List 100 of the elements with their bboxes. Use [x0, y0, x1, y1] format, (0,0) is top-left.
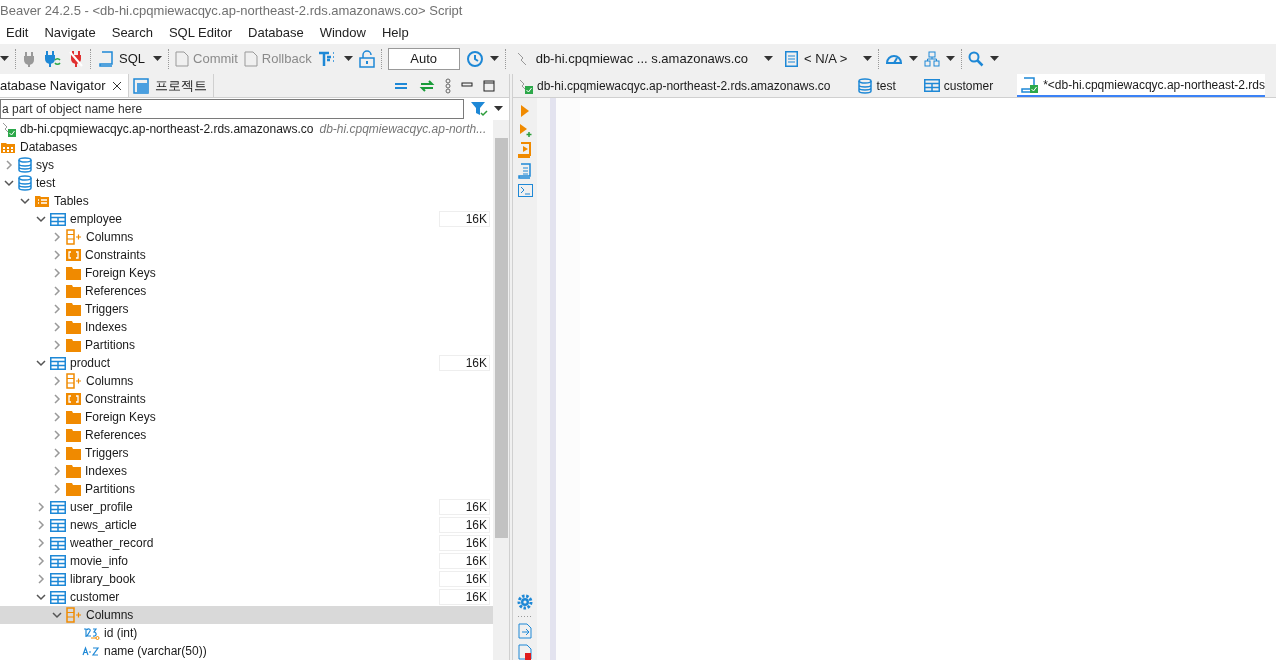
tree-item[interactable]: Constraints — [0, 390, 493, 408]
tree-item[interactable]: sys — [0, 156, 493, 174]
tree-item[interactable]: Indexes — [0, 318, 493, 336]
caret-icon[interactable] — [494, 106, 503, 112]
tree-item[interactable]: Indexes — [0, 462, 493, 480]
chevron-down-icon[interactable] — [36, 592, 46, 602]
chevron-right-icon[interactable] — [36, 538, 46, 548]
tree-item[interactable]: news_article — [0, 516, 439, 534]
chevron-down-icon[interactable] — [52, 610, 62, 620]
tree-item[interactable]: References — [0, 282, 493, 300]
tree-item[interactable]: Partitions — [0, 336, 493, 354]
tree-item[interactable]: Tables — [0, 192, 493, 210]
tree-item[interactable]: Foreign Keys — [0, 264, 493, 282]
chevron-right-icon[interactable] — [52, 286, 62, 296]
caret-icon[interactable] — [489, 56, 499, 62]
tree-item[interactable]: test — [0, 174, 493, 192]
chevron-right-icon[interactable] — [36, 520, 46, 530]
tree-item[interactable]: user_profile — [0, 498, 439, 516]
tree-item[interactable]: Partitions — [0, 480, 493, 498]
settings-icon[interactable] — [517, 594, 533, 610]
chevron-right-icon[interactable] — [36, 574, 46, 584]
tree-item[interactable]: weather_record — [0, 534, 439, 552]
chevron-down-icon[interactable] — [36, 358, 46, 368]
chevron-down-icon[interactable] — [36, 214, 46, 224]
caret-icon[interactable] — [0, 56, 9, 62]
schema-selector[interactable]: < N/A > — [785, 49, 848, 69]
tree-item[interactable]: library_book — [0, 570, 439, 588]
editor-tab[interactable]: *<db-hi.cpqmiewacqyc.ap-northeast-2.rds — [1017, 74, 1265, 97]
chevron-right-icon[interactable] — [52, 412, 62, 422]
tree-item[interactable]: product — [0, 354, 439, 372]
tree-item[interactable]: Columns — [0, 606, 493, 624]
menu-item[interactable]: SQL Editor — [168, 23, 233, 43]
menu-item[interactable]: Edit — [6, 23, 29, 43]
editor-tab[interactable]: test — [854, 74, 900, 97]
menu-item[interactable]: Navigate — [44, 23, 96, 43]
plug-icon[interactable] — [22, 51, 36, 67]
menu-item[interactable]: Database — [248, 23, 304, 43]
tree-item[interactable]: Triggers — [0, 300, 493, 318]
editor-tab[interactable]: customer — [919, 74, 998, 97]
script-run-icon[interactable] — [518, 142, 532, 158]
caret-icon[interactable] — [909, 56, 919, 62]
link-arrows-icon[interactable] — [419, 79, 435, 92]
history-icon[interactable] — [465, 50, 484, 68]
tree-item[interactable]: Triggers — [0, 444, 493, 462]
caret-icon[interactable] — [343, 56, 353, 62]
export-icon[interactable] — [518, 623, 532, 639]
scrollbar[interactable] — [493, 120, 509, 660]
chevron-right-icon[interactable] — [52, 232, 62, 242]
caret-icon[interactable] — [990, 56, 1000, 62]
chevron-down-icon[interactable] — [4, 178, 14, 188]
chevron-right-icon[interactable] — [4, 160, 14, 170]
hierarchy-icon[interactable] — [924, 51, 941, 67]
disconnect-icon[interactable] — [68, 50, 84, 68]
file-error-icon[interactable] — [518, 644, 532, 660]
caret-icon[interactable] — [863, 56, 873, 62]
tree-item[interactable]: db-hi.cpqmiewacqyc.ap-northeast-2.rds.amazonaws.co db-hi.cpqmiewacqyc.ap-north... — [0, 120, 493, 138]
maximize-icon[interactable] — [483, 79, 495, 92]
terminal-icon[interactable] — [517, 184, 533, 197]
filter-icon[interactable] — [470, 101, 488, 117]
chevron-right-icon[interactable] — [36, 502, 46, 512]
search-icon[interactable] — [968, 51, 985, 67]
chevron-right-icon[interactable] — [52, 340, 62, 350]
tree-item[interactable]: movie_info — [0, 552, 439, 570]
caret-icon[interactable] — [946, 56, 956, 62]
tree-item[interactable]: id (int) — [0, 624, 493, 642]
run-new-tab-icon[interactable] — [518, 123, 532, 137]
chevron-right-icon[interactable] — [36, 556, 46, 566]
close-icon[interactable] — [111, 80, 122, 91]
tree-item[interactable]: References — [0, 426, 493, 444]
caret-icon[interactable] — [764, 56, 774, 62]
chevron-right-icon[interactable] — [52, 394, 62, 404]
caret-icon[interactable] — [153, 56, 162, 62]
filter-field[interactable]: a part of object name here — [0, 99, 464, 119]
tree-item[interactable]: Databases — [0, 138, 493, 156]
chevron-right-icon[interactable] — [52, 448, 62, 458]
editor-tab[interactable]: db-hi.cpqmiewacqyc.ap-northeast-2.rds.amazonaws.co — [513, 74, 835, 97]
script-icon[interactable] — [518, 163, 532, 179]
chevron-right-icon[interactable] — [52, 484, 62, 494]
connection-selector[interactable]: db-hi.cpqmiewac ... s.amazonaws.co — [511, 49, 749, 69]
chevron-down-icon[interactable] — [20, 196, 30, 206]
chevron-right-icon[interactable] — [52, 304, 62, 314]
run-icon[interactable] — [519, 104, 531, 118]
sql-editor-button[interactable]: SQL — [97, 49, 147, 69]
tree-item[interactable]: employee — [0, 210, 439, 228]
menu-item[interactable]: Help — [381, 23, 409, 43]
tree-item[interactable]: name (varchar(50)) — [0, 642, 493, 660]
tree-item[interactable]: Foreign Keys — [0, 408, 493, 426]
more-icon[interactable] — [445, 77, 451, 94]
transaction-mode-field[interactable]: Auto — [387, 48, 460, 70]
connect-icon[interactable] — [42, 50, 62, 68]
tree-item[interactable]: Columns — [0, 372, 493, 390]
tree-item[interactable]: customer — [0, 588, 439, 606]
chevron-right-icon[interactable] — [52, 376, 62, 386]
chevron-right-icon[interactable] — [52, 268, 62, 278]
chevron-right-icon[interactable] — [52, 250, 62, 260]
lock-icon[interactable] — [358, 50, 375, 68]
tree-item[interactable]: Columns — [0, 228, 493, 246]
collapse-icon[interactable] — [393, 80, 409, 91]
panel-tab[interactable]: atabase Navigator — [0, 74, 129, 97]
more-icon[interactable] — [517, 615, 533, 618]
